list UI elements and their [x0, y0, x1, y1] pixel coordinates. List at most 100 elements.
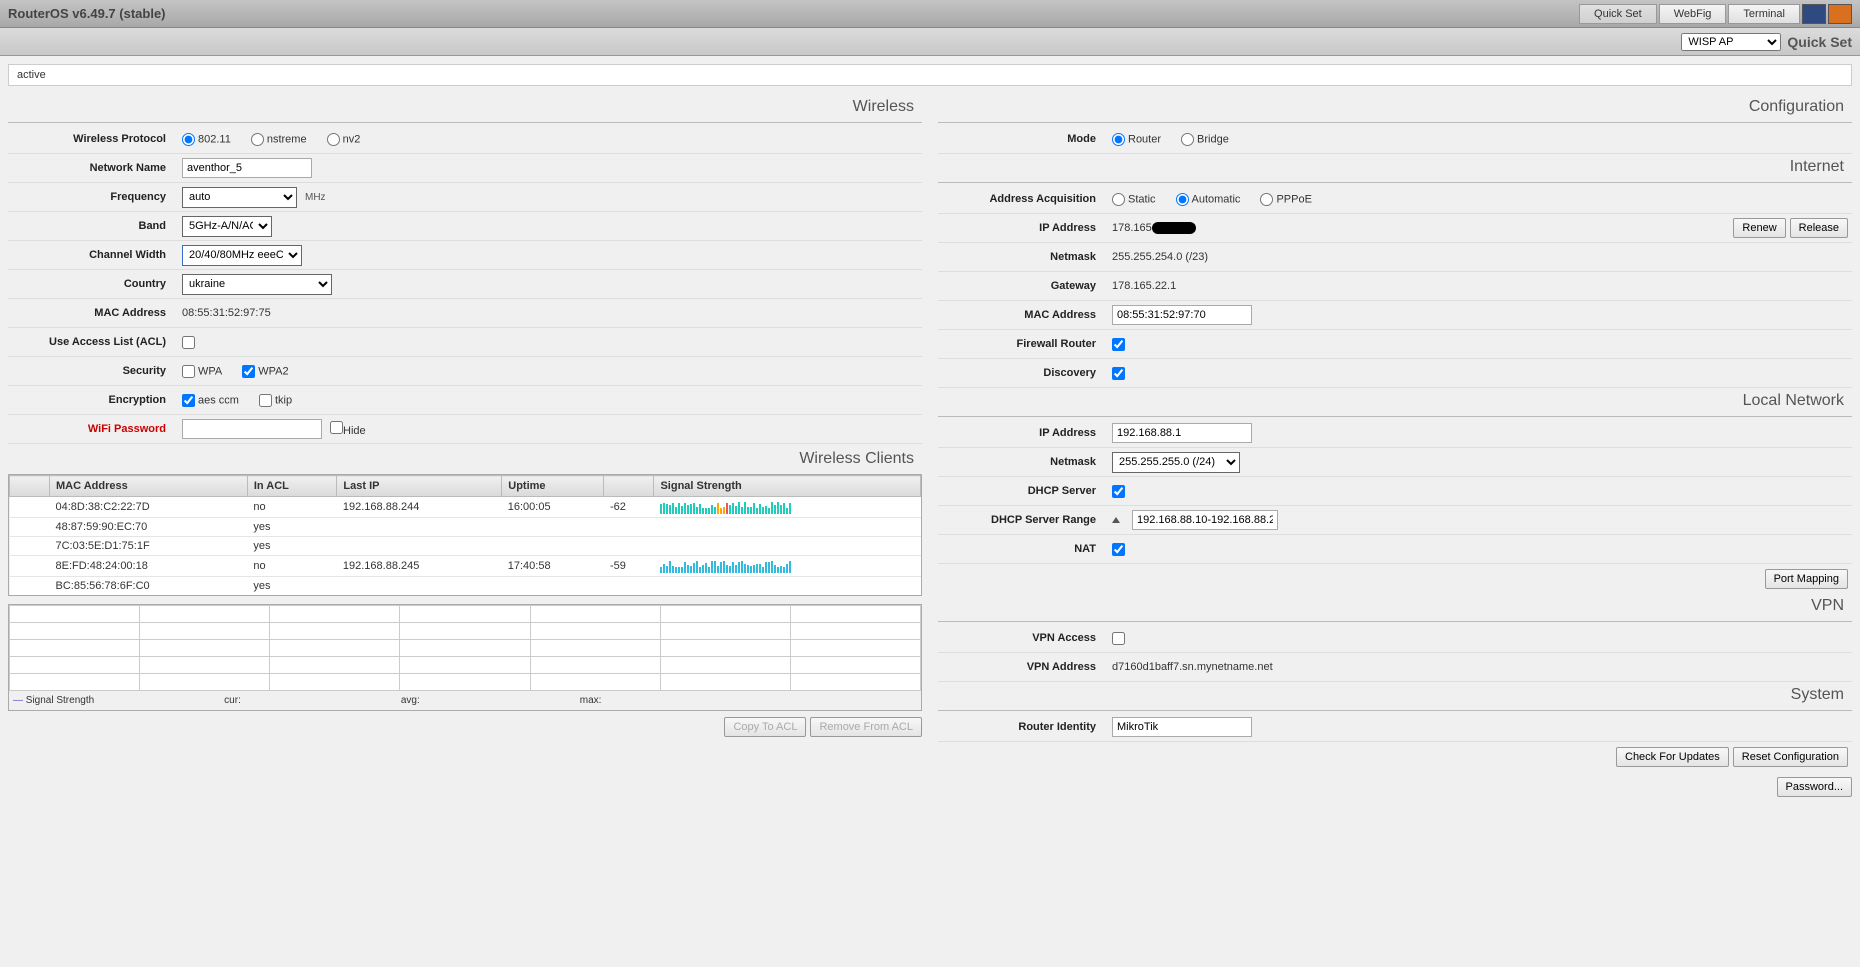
sub-bar: WISP AP Quick Set [0, 28, 1860, 56]
quickset-tab[interactable]: Quick Set [1579, 4, 1657, 24]
dhcp-checkbox[interactable] [1112, 485, 1125, 498]
table-row[interactable]: 8E:FD:48:24:00:18no192.168.88.24517:40:5… [10, 556, 921, 577]
table-row[interactable]: BC:85:56:78:6F:C0yes [10, 577, 921, 596]
range-toggle-icon[interactable] [1112, 517, 1120, 523]
gateway-value: 178.165.22.1 [1112, 280, 1176, 292]
protocol-nv2[interactable]: nv2 [327, 133, 361, 146]
lan-ip-input[interactable] [1112, 423, 1252, 443]
graph-panel: — Signal Strength cur: avg: max: [8, 604, 922, 711]
clients-table: MAC Address In ACL Last IP Uptime Signal… [8, 474, 922, 596]
legend-cur: cur: [224, 695, 241, 706]
dhcp-range-label: DHCP Server Range [938, 514, 1108, 526]
wifi-password-label: WiFi Password [8, 423, 178, 435]
network-name-input[interactable] [182, 158, 312, 178]
col-signal[interactable]: Signal Strength [654, 476, 921, 497]
security-label: Security [8, 365, 178, 377]
col-sig-num[interactable] [604, 476, 654, 497]
app-title: RouterOS v6.49.7 (stable) [8, 6, 166, 21]
wireless-protocol-label: Wireless Protocol [8, 133, 178, 145]
section-lan: Local Network [938, 388, 1852, 417]
protocol-80211[interactable]: 802.11 [182, 133, 231, 146]
col-blank[interactable] [10, 476, 50, 497]
security-wpa2[interactable]: WPA2 [242, 365, 288, 378]
encryption-tkip[interactable]: tkip [259, 394, 292, 407]
top-bar: RouterOS v6.49.7 (stable) Quick Set WebF… [0, 0, 1860, 28]
page-title: Quick Set [1787, 34, 1852, 50]
window-icon[interactable] [1802, 4, 1826, 24]
col-lastip[interactable]: Last IP [337, 476, 502, 497]
table-row[interactable]: 04:8D:38:C2:22:7Dno192.168.88.24416:00:0… [10, 497, 921, 518]
lan-netmask-select[interactable]: 255.255.255.0 (/24) [1112, 452, 1240, 473]
vpn-access-label: VPN Access [938, 632, 1108, 644]
security-wpa[interactable]: WPA [182, 365, 222, 378]
col-acl[interactable]: In ACL [247, 476, 337, 497]
nat-checkbox[interactable] [1112, 543, 1125, 556]
acq-pppoe[interactable]: PPPoE [1260, 193, 1311, 206]
wifi-password-input[interactable] [182, 419, 322, 439]
hide-password[interactable]: Hide [330, 421, 366, 437]
mode-router[interactable]: Router [1112, 133, 1161, 146]
lan-ip-label: IP Address [938, 427, 1108, 439]
password-button[interactable]: Password... [1777, 777, 1852, 797]
internet-netmask-value: 255.255.254.0 (/23) [1112, 251, 1208, 263]
vpn-address-value: d7160d1baff7.sn.mynetname.net [1112, 661, 1273, 673]
encryption-aes[interactable]: aes ccm [182, 394, 239, 407]
encryption-label: Encryption [8, 394, 178, 406]
firewall-label: Firewall Router [938, 338, 1108, 350]
terminal-tab[interactable]: Terminal [1728, 4, 1800, 24]
logout-icon[interactable] [1828, 4, 1852, 24]
right-column: Configuration Mode Router Bridge Interne… [938, 94, 1852, 803]
internet-ip-label: IP Address [938, 222, 1108, 234]
acq-static[interactable]: Static [1112, 193, 1156, 206]
port-mapping-button[interactable]: Port Mapping [1765, 569, 1848, 589]
frequency-select[interactable]: auto [182, 187, 297, 208]
nat-label: NAT [938, 543, 1108, 555]
internet-mac-input[interactable] [1112, 305, 1252, 325]
frequency-unit: MHz [305, 192, 326, 203]
country-select[interactable]: ukraine [182, 274, 332, 295]
channel-width-select[interactable]: 20/40/80MHz eeeC [182, 245, 302, 266]
channel-width-label: Channel Width [8, 249, 178, 261]
reset-config-button[interactable]: Reset Configuration [1733, 747, 1848, 767]
legend-label: Signal Strength [26, 695, 94, 706]
identity-input[interactable] [1112, 717, 1252, 737]
vpn-access-checkbox[interactable] [1112, 632, 1125, 645]
lan-netmask-label: Netmask [938, 456, 1108, 468]
mode-select[interactable]: WISP AP [1681, 33, 1781, 51]
section-clients: Wireless Clients [8, 444, 922, 474]
gateway-label: Gateway [938, 280, 1108, 292]
left-column: Wireless Wireless Protocol 802.11 nstrem… [8, 94, 922, 803]
remove-from-acl-button[interactable]: Remove From ACL [810, 717, 922, 737]
frequency-label: Frequency [8, 191, 178, 203]
release-button[interactable]: Release [1790, 218, 1848, 238]
status-badge: active [8, 64, 1852, 86]
legend-avg: avg: [401, 695, 420, 706]
internet-ip-value: 178.165XXXXX [1112, 222, 1196, 234]
webfig-tab[interactable]: WebFig [1659, 4, 1727, 24]
wireless-mac-value: 08:55:31:52:97:75 [182, 307, 271, 319]
table-row[interactable]: 48:87:59:90:EC:70yes [10, 518, 921, 537]
protocol-nstreme[interactable]: nstreme [251, 133, 307, 146]
col-uptime[interactable]: Uptime [502, 476, 604, 497]
table-row[interactable]: 7C:03:5E:D1:75:1Fyes [10, 537, 921, 556]
acq-auto[interactable]: Automatic [1176, 193, 1241, 206]
acl-checkbox[interactable] [182, 336, 195, 349]
top-nav: Quick Set WebFig Terminal [1579, 4, 1852, 24]
col-mac[interactable]: MAC Address [50, 476, 248, 497]
discovery-checkbox[interactable] [1112, 367, 1125, 380]
dhcp-range-input[interactable] [1132, 510, 1278, 530]
mode-label: Mode [938, 133, 1108, 145]
copy-to-acl-button[interactable]: Copy To ACL [724, 717, 806, 737]
renew-button[interactable]: Renew [1733, 218, 1785, 238]
internet-netmask-label: Netmask [938, 251, 1108, 263]
check-updates-button[interactable]: Check For Updates [1616, 747, 1729, 767]
country-label: Country [8, 278, 178, 290]
band-select[interactable]: 5GHz-A/N/AC [182, 216, 272, 237]
mode-bridge[interactable]: Bridge [1181, 133, 1229, 146]
section-configuration: Configuration [938, 94, 1852, 123]
firewall-checkbox[interactable] [1112, 338, 1125, 351]
acq-label: Address Acquisition [938, 193, 1108, 205]
section-internet: Internet [938, 154, 1852, 183]
wireless-mac-label: MAC Address [8, 307, 178, 319]
section-vpn: VPN [938, 593, 1852, 622]
